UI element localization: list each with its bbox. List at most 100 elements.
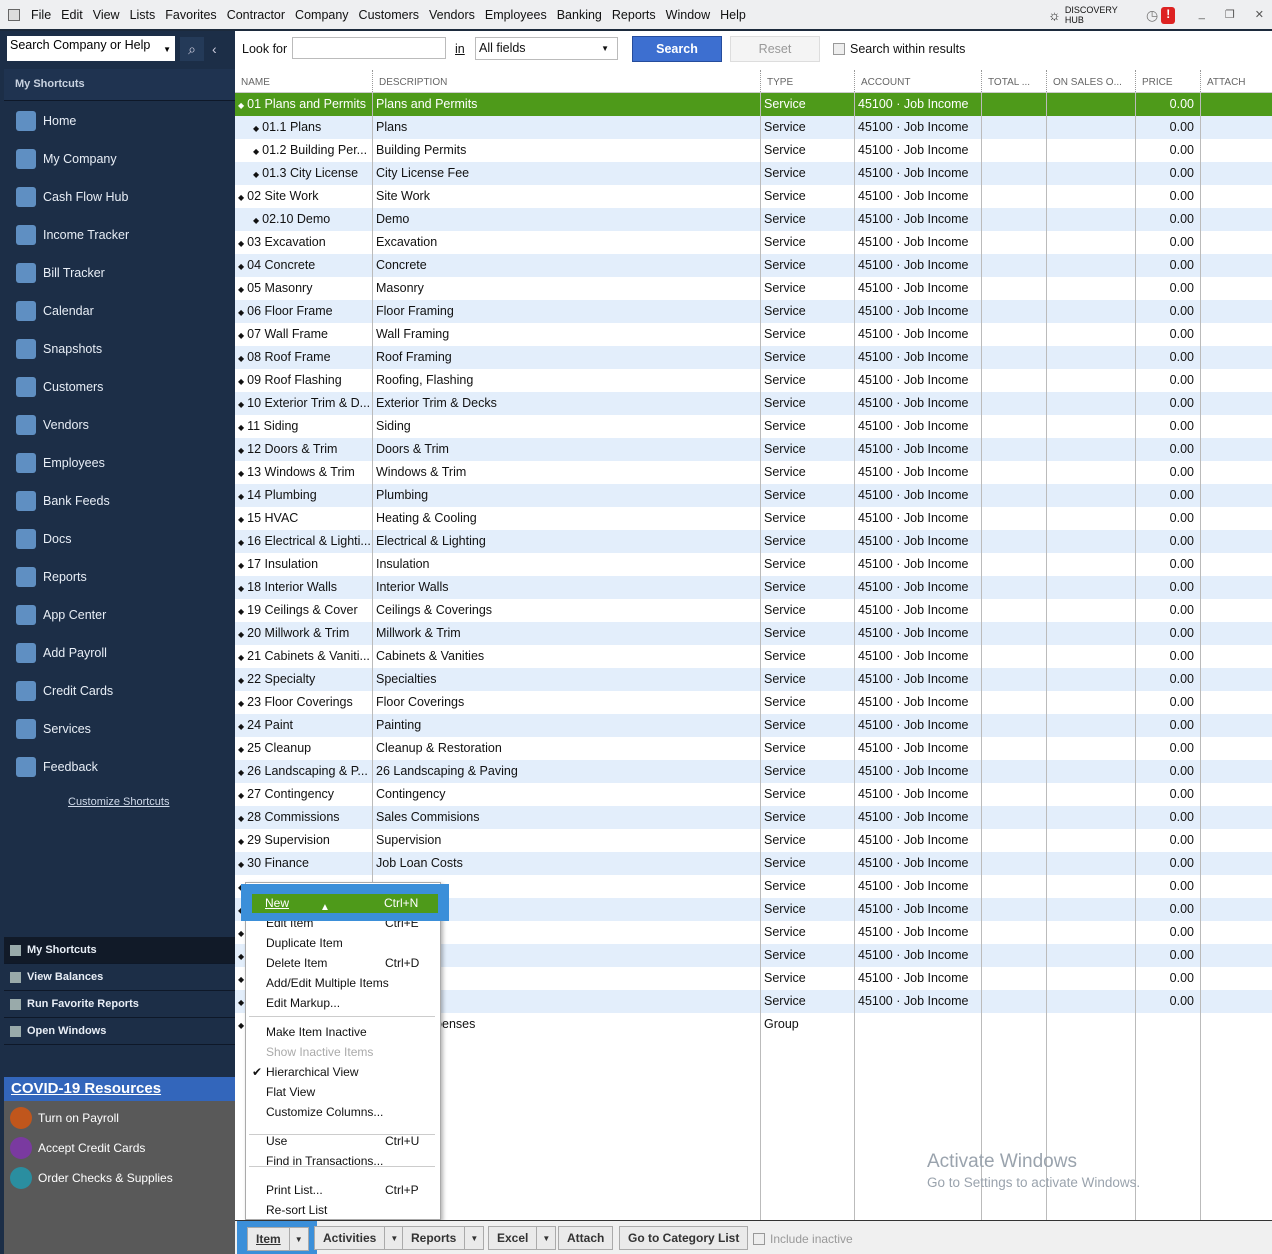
table-row[interactable]: ◆ 23 Floor Coverings Floor Coverings Servic… (235, 691, 1272, 714)
search-within-checkbox[interactable] (833, 43, 845, 55)
column-header-description[interactable]: DESCRIPTION (372, 70, 760, 92)
table-row[interactable]: ◆ 12 Doors & Trim Doors & Trim Service 45100… (235, 438, 1272, 461)
covid-item-order-checks-supplies[interactable]: Order Checks & Supplies (10, 1167, 173, 1189)
menu-employees[interactable]: Employees (480, 8, 552, 22)
table-row[interactable]: ◆ 04 Concrete Concrete Service 45100 · Job I… (235, 254, 1272, 277)
sidebar-item-calendar[interactable]: Calendar (16, 299, 94, 323)
table-row[interactable]: ◆ 05 Masonry Masonry Service 45100 · Job Inc… (235, 277, 1272, 300)
table-row[interactable]: ◆ 13 Windows & Trim Windows & Trim Service 4… (235, 461, 1272, 484)
alerts-button[interactable]: ◷! (1146, 7, 1176, 24)
table-row[interactable]: ◆ 01 Plans and Permits Plans and Permits Se… (235, 93, 1272, 116)
section-open-windows[interactable]: Open Windows (4, 1018, 235, 1045)
table-row[interactable]: ◆ 30 Finance Job Loan Costs Service 45100 · … (235, 852, 1272, 875)
reports-menu-button[interactable]: Reports ▼ (402, 1226, 485, 1250)
table-row[interactable]: ◆ 03 Excavation Excavation Service 45100 · J… (235, 231, 1272, 254)
section-view-balances[interactable]: View Balances (4, 964, 235, 991)
table-row[interactable]: ◆ 21 Cabinets & Vaniti... Cabinets & Vanit… (235, 645, 1272, 668)
sidebar-item-reports[interactable]: Reports (16, 565, 87, 589)
sidebar-item-employees[interactable]: Employees (16, 451, 105, 475)
go-to-category-list-button[interactable]: Go to Category List (619, 1226, 749, 1250)
menu-window[interactable]: Window (661, 8, 715, 22)
menu-company[interactable]: Company (290, 8, 354, 22)
sidebar-item-snapshots[interactable]: Snapshots (16, 337, 102, 361)
column-header-type[interactable]: TYPE (760, 70, 854, 92)
table-row[interactable]: ◆ 25 Cleanup Cleanup & Restoration Service 4… (235, 737, 1272, 760)
covid-item-turn-on-payroll[interactable]: Turn on Payroll (10, 1107, 119, 1129)
table-row[interactable]: ◆ 09 Roof Flashing Roofing, Flashing Servic… (235, 369, 1272, 392)
sidebar-item-my-company[interactable]: My Company (16, 147, 117, 171)
sidebar-item-bank-feeds[interactable]: Bank Feeds (16, 489, 110, 513)
column-header-price[interactable]: PRICE (1135, 70, 1200, 92)
menu-contractor[interactable]: Contractor (222, 8, 290, 22)
system-menu-icon[interactable] (8, 8, 20, 21)
discovery-hub-button[interactable]: ☼ DISCOVERY HUB (1048, 5, 1125, 25)
table-row[interactable]: ◆ 08 Roof Frame Roof Framing Service 45100 ·… (235, 346, 1272, 369)
table-row[interactable]: ◆ 01.3 City License City License Fee Servic… (235, 162, 1272, 185)
covid-resources-link[interactable]: COVID-19 Resources (4, 1077, 235, 1101)
sidebar-item-app-center[interactable]: App Center (16, 603, 106, 627)
menu-item-use[interactable]: Use (266, 1134, 287, 1148)
menu-banking[interactable]: Banking (552, 8, 607, 22)
sidebar-item-home[interactable]: Home (16, 109, 76, 133)
menu-item-edit-markup[interactable]: Edit Markup... (266, 996, 340, 1010)
table-row[interactable]: ◆ 16 Electrical & Lighti... Electrical & L… (235, 530, 1272, 553)
menu-edit[interactable]: Edit (56, 8, 88, 22)
menu-item-flat-view[interactable]: Flat View (266, 1085, 315, 1099)
customize-shortcuts-link[interactable]: Customize Shortcuts (68, 796, 169, 808)
table-row[interactable]: ◆ 14 Plumbing Plumbing Service 45100 · Job I… (235, 484, 1272, 507)
table-row[interactable]: ◆ 24 Paint Painting Service 45100 · Job Inco… (235, 714, 1272, 737)
table-row[interactable]: ◆ 01.1 Plans Plans Service 45100 · Job Incom… (235, 116, 1272, 139)
menu-view[interactable]: View (88, 8, 125, 22)
search-icon[interactable]: ⌕ (180, 37, 204, 61)
restore-icon[interactable]: ❐ (1225, 8, 1235, 21)
table-row[interactable]: ◆ 22 Specialty Specialties Service 45100 · J… (235, 668, 1272, 691)
table-row[interactable]: ◆ 29 Supervision Supervision Service 45100 ·… (235, 829, 1272, 852)
table-row[interactable]: ◆ 02 Site Work Site Work Service 45100 · Job… (235, 185, 1272, 208)
menu-help[interactable]: Help (715, 8, 751, 22)
excel-menu-button[interactable]: Excel ▼ (488, 1226, 557, 1250)
covid-item-accept-credit-cards[interactable]: Accept Credit Cards (10, 1137, 145, 1159)
menu-item-add-edit-multiple-items[interactable]: Add/Edit Multiple Items (266, 976, 389, 990)
sidebar-item-bill-tracker[interactable]: Bill Tracker (16, 261, 105, 285)
column-header-name[interactable]: NAME (235, 70, 372, 92)
sidebar-item-feedback[interactable]: Feedback (16, 755, 98, 779)
column-header-account[interactable]: ACCOUNT (854, 70, 981, 92)
reset-button[interactable]: Reset (730, 36, 820, 62)
menu-item-customize-columns[interactable]: Customize Columns... (266, 1105, 383, 1119)
table-row[interactable]: ◆ 20 Millwork & Trim Millwork & Trim Servic… (235, 622, 1272, 645)
menu-customers[interactable]: Customers (354, 8, 424, 22)
close-icon[interactable]: ✕ (1255, 8, 1264, 21)
menu-item-re-sort-list[interactable]: Re-sort List (266, 1203, 327, 1217)
table-row[interactable]: ◆ 02.10 Demo Demo Service 45100 · Job Income… (235, 208, 1272, 231)
menu-item-print-list[interactable]: Print List... (266, 1183, 323, 1197)
search-button[interactable]: Search (632, 36, 722, 62)
section-my-shortcuts[interactable]: My Shortcuts (4, 937, 235, 964)
sidebar-item-vendors[interactable]: Vendors (16, 413, 89, 437)
table-row[interactable]: ◆ 18 Interior Walls Interior Walls Service 4… (235, 576, 1272, 599)
menu-item-hierarchical-view[interactable]: Hierarchical View (266, 1065, 358, 1079)
menu-item-duplicate-item[interactable]: Duplicate Item (266, 936, 343, 950)
menu-item-new[interactable]: New Ctrl+N ▲ (252, 894, 438, 913)
menu-file[interactable]: File (26, 8, 56, 22)
menu-vendors[interactable]: Vendors (424, 8, 480, 22)
item-menu-button[interactable]: Item ▼ (247, 1227, 309, 1251)
table-row[interactable]: ◆ 26 Landscaping & P... 26 Landscaping & P… (235, 760, 1272, 783)
table-row[interactable]: ◆ 27 Contingency Contingency Service 45100 ·… (235, 783, 1272, 806)
menu-lists[interactable]: Lists (125, 8, 161, 22)
column-header-on-sales-o[interactable]: ON SALES O... (1046, 70, 1135, 92)
sidebar-item-add-payroll[interactable]: Add Payroll (16, 641, 107, 665)
field-select[interactable]: All fields ▼ (475, 37, 618, 60)
menu-item-make-item-inactive[interactable]: Make Item Inactive (266, 1025, 367, 1039)
activities-menu-button[interactable]: Activities ▼ (314, 1226, 405, 1250)
column-header-attach[interactable]: ATTACH (1200, 70, 1272, 92)
sidebar-item-credit-cards[interactable]: Credit Cards (16, 679, 113, 703)
collapse-sidebar-icon[interactable]: ‹ (212, 37, 217, 61)
table-row[interactable]: ◆ 19 Ceilings & Cover Ceilings & Coverings… (235, 599, 1272, 622)
look-for-input[interactable] (292, 37, 446, 59)
menu-reports[interactable]: Reports (607, 8, 661, 22)
section-run-favorite-reports[interactable]: Run Favorite Reports (4, 991, 235, 1018)
company-search-input[interactable]: Search Company or Help ▼ (7, 36, 175, 61)
chevron-down-icon[interactable]: ▼ (163, 45, 171, 54)
menu-favorites[interactable]: Favorites (160, 8, 221, 22)
table-row[interactable]: ◆ 17 Insulation Insulation Service 45100 · J… (235, 553, 1272, 576)
